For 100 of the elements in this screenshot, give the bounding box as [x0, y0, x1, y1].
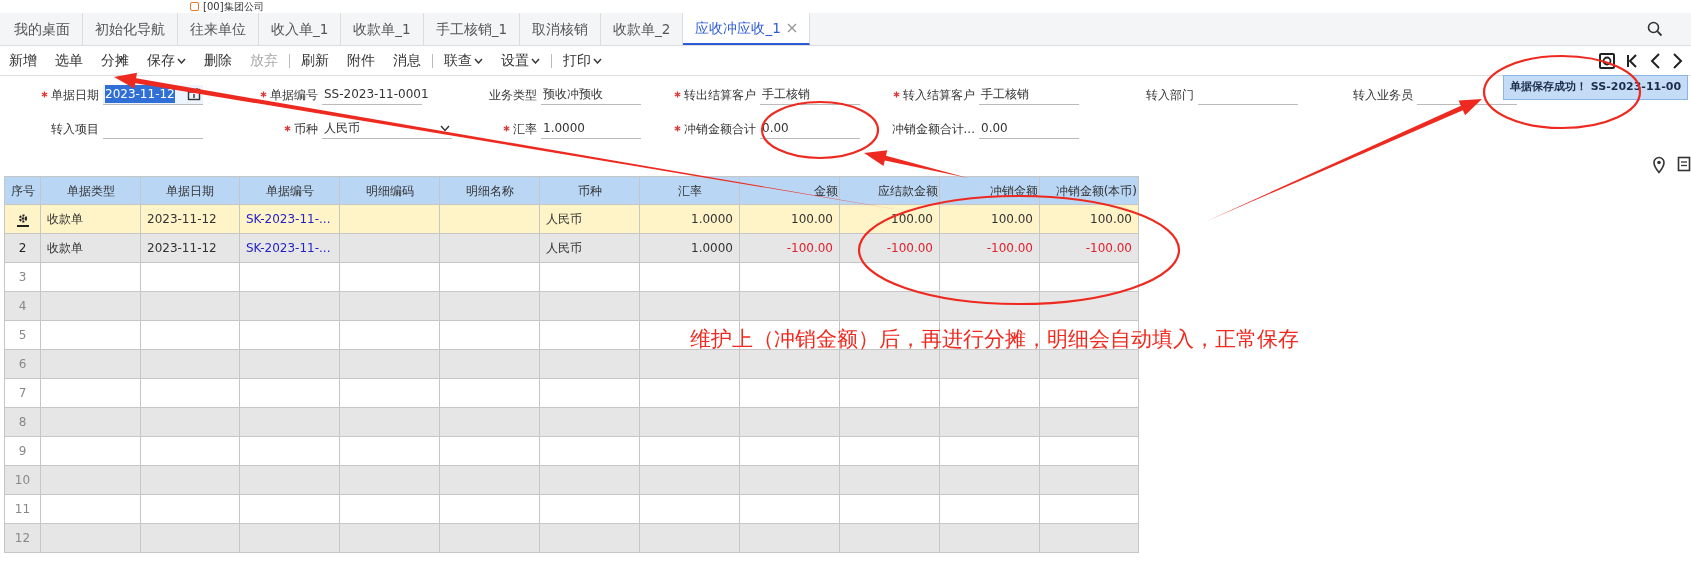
- caret-icon[interactable]: [440, 124, 450, 132]
- column-header: 序号: [4, 176, 41, 205]
- field-label-text: 冲销金额合计...: [891, 120, 975, 138]
- input-field[interactable]: 0.00: [760, 118, 860, 139]
- column-header: 汇率: [639, 176, 740, 205]
- toolbar-button[interactable]: 分摊: [92, 50, 138, 71]
- input-field[interactable]: 1.0000: [541, 118, 641, 139]
- table-cell: -100.00: [786, 241, 833, 255]
- table-cell: 1.0000: [691, 241, 733, 255]
- field-label-text: 转入项目: [51, 120, 99, 138]
- table-cell: 100.00: [891, 212, 933, 226]
- table-cell: 2023-11-12: [147, 212, 217, 226]
- table-cell: -100.00: [1085, 241, 1132, 255]
- column-header: 单据编号: [239, 176, 340, 205]
- input-field[interactable]: 0.00: [979, 118, 1079, 139]
- preview-icon[interactable]: [1598, 51, 1616, 70]
- field-label-text: 业务类型: [489, 86, 537, 104]
- field-value: 预收冲预收: [543, 86, 603, 103]
- caret-icon: [474, 57, 483, 64]
- row-number: 3: [18, 270, 27, 284]
- field-value: 手工核销: [981, 86, 1029, 103]
- toolbar-button[interactable]: 选单: [46, 50, 92, 71]
- toolbar-button[interactable]: 设置: [492, 50, 549, 71]
- field-label-text: 转入结算客户: [903, 86, 975, 104]
- field-label-text: 单据编号: [270, 86, 318, 104]
- input-field[interactable]: 手工核销: [760, 84, 860, 105]
- column-header: 应结款金额: [839, 176, 940, 205]
- table-cell: 人民币: [546, 241, 582, 255]
- column-header: 单据日期: [140, 176, 240, 205]
- toolbar-button[interactable]: 附件: [338, 50, 384, 71]
- field-label-text: 币种: [294, 120, 318, 138]
- table-cell: 人民币: [546, 212, 582, 226]
- toolbar-button[interactable]: 联查: [435, 50, 492, 71]
- toolbar-button[interactable]: 打印: [554, 50, 611, 71]
- row-number: 12: [14, 531, 31, 545]
- tab[interactable]: 手工核销_1: [423, 13, 521, 45]
- table-cell: 2023-11-12: [147, 241, 217, 255]
- column-header: 冲销金额(本币): [1039, 176, 1139, 205]
- caret-icon: [177, 57, 186, 64]
- tab[interactable]: 收入单_1: [259, 13, 342, 45]
- toolbar-button[interactable]: 保存: [138, 50, 195, 71]
- tab[interactable]: 往来单位: [178, 13, 259, 45]
- table-cell: 收款单: [47, 241, 83, 255]
- caret-icon: [593, 57, 602, 64]
- row-number: 5: [18, 328, 27, 342]
- location-pin-icon[interactable]: [1652, 156, 1666, 174]
- building-icon: [190, 2, 199, 11]
- company-title: [00]集团公司: [203, 0, 264, 13]
- tab[interactable]: 收款单_1: [341, 13, 424, 45]
- field-value: 0.00: [981, 120, 1008, 137]
- input-field[interactable]: 预收冲预收: [541, 84, 641, 105]
- table-cell: -100.00: [886, 241, 933, 255]
- input-field[interactable]: 手工核销: [979, 84, 1079, 105]
- tab[interactable]: 应收冲应收_1: [683, 13, 810, 45]
- search-icon[interactable]: [1647, 21, 1663, 37]
- column-header: 单据类型: [40, 176, 141, 205]
- field-value: 0.00: [762, 120, 789, 137]
- document-icon[interactable]: [1677, 156, 1691, 172]
- close-icon[interactable]: [786, 23, 797, 33]
- row-number: 9: [18, 444, 27, 458]
- table-cell: -100.00: [986, 241, 1033, 255]
- row-number: 8: [18, 415, 27, 429]
- annotation-text: 维护上（冲销金额）后，再进行分摊，明细会自动填入，正常保存: [690, 326, 1299, 353]
- gear-icon[interactable]: [14, 211, 31, 228]
- field-label-text: 单据日期: [51, 86, 99, 104]
- field-value: 手工核销: [762, 86, 810, 103]
- table-cell: 1.0000: [691, 212, 733, 226]
- row-number: 4: [18, 299, 27, 313]
- first-page-icon[interactable]: [1625, 51, 1639, 70]
- column-header: 币种: [539, 176, 640, 205]
- field-label-text: 冲销金额合计: [684, 120, 756, 138]
- toolbar-button[interactable]: 刷新: [292, 50, 338, 71]
- table-cell: 100.00: [791, 212, 833, 226]
- toolbar-button[interactable]: 消息: [384, 50, 430, 71]
- field-label-text: 转出结算客户: [684, 86, 756, 104]
- previous-icon[interactable]: [1648, 51, 1662, 70]
- tab[interactable]: 初始化导航: [83, 13, 178, 45]
- toolbar-button[interactable]: 新增: [0, 50, 46, 71]
- tab[interactable]: 我的桌面: [2, 13, 83, 45]
- table-cell: 100.00: [1090, 212, 1132, 226]
- next-icon[interactable]: [1671, 51, 1685, 70]
- row-number: 7: [18, 386, 27, 400]
- caret-icon: [531, 57, 540, 64]
- field-value: 2023-11-12: [105, 85, 175, 103]
- column-header: 明细编码: [339, 176, 440, 205]
- row-number: 6: [18, 357, 27, 371]
- field-label-text: 转入部门: [1146, 86, 1194, 104]
- field-label-text: 转入业务员: [1353, 86, 1413, 104]
- row-number: 10: [14, 473, 31, 487]
- toolbar-button[interactable]: 删除: [195, 50, 241, 71]
- column-header: 金额: [739, 176, 840, 205]
- tab[interactable]: 取消核销: [520, 13, 602, 45]
- field-value: 1.0000: [543, 120, 585, 137]
- field-value: 人民币: [324, 120, 360, 137]
- row-number: 2: [18, 241, 27, 255]
- field-label-text: 汇率: [513, 120, 537, 138]
- table-cell: 100.00: [991, 212, 1033, 226]
- column-header: 明细名称: [439, 176, 540, 205]
- table-cell: 收款单: [47, 212, 83, 226]
- row-number: 11: [14, 502, 31, 516]
